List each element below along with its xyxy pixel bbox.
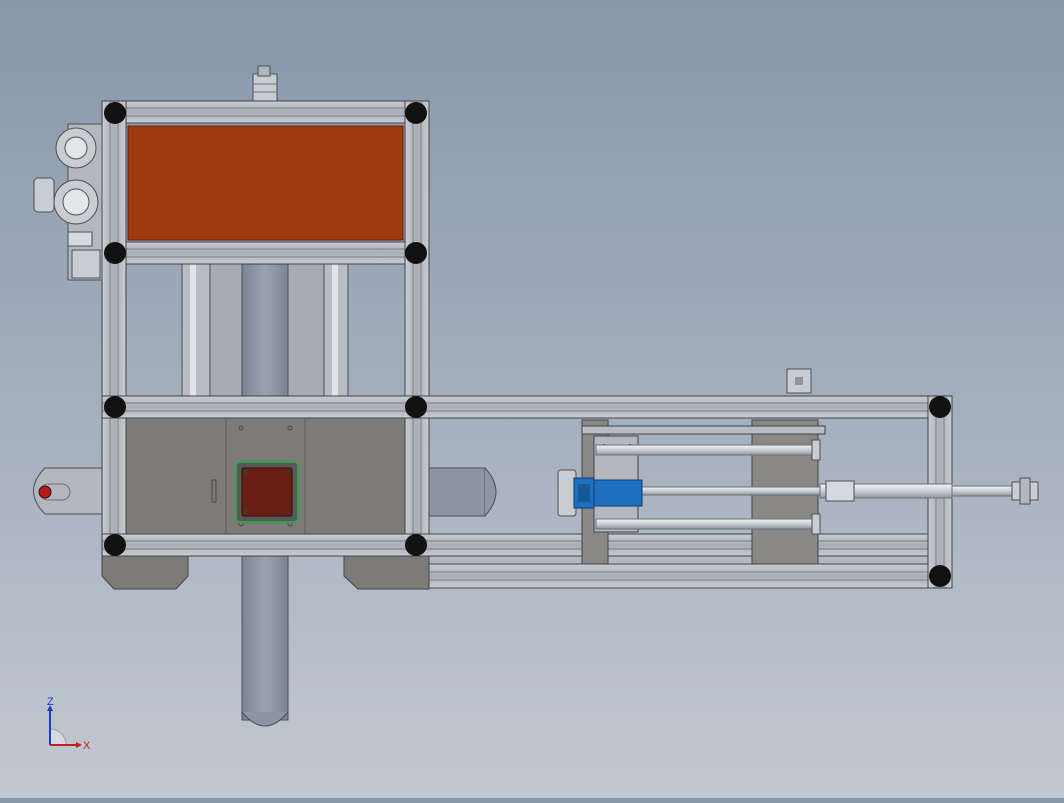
coordinate-triad: Z X [47, 696, 91, 752]
left-sensor-tube [33, 467, 103, 515]
profile-end-cap [786, 368, 812, 394]
inspection-window[interactable] [235, 461, 299, 523]
x-axis-label: X [83, 740, 91, 752]
heater-panel [127, 125, 404, 241]
z-axis-label: Z [47, 696, 54, 708]
top-adjustment-knob [252, 65, 278, 103]
assembly-top-view[interactable] [0, 0, 1064, 798]
cad-viewport[interactable]: Z X [0, 0, 1064, 798]
horizontal-cylinder [424, 467, 497, 517]
indicator-knob[interactable] [38, 485, 52, 499]
valve-assembly [33, 123, 103, 281]
